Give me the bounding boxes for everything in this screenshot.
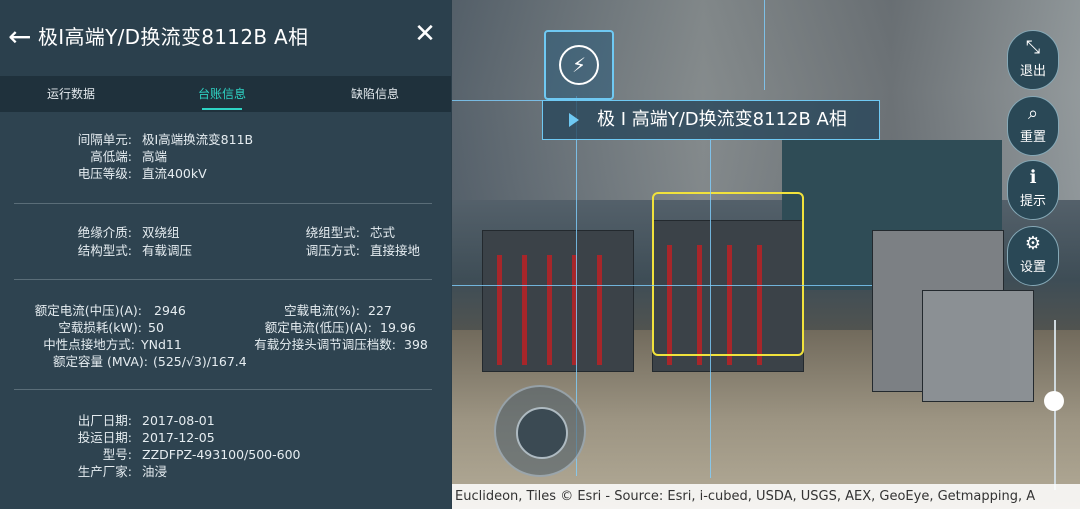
page-title: 极I高端Y/D换流变8112B A相	[38, 25, 309, 49]
field-label: 调压方式:	[305, 243, 360, 258]
device-tag-label: 极 I 高端Y/D换流变8112B A相	[597, 109, 847, 130]
field-value: 2017-08-01	[142, 413, 215, 428]
hint-button-label: 提示	[1019, 194, 1046, 209]
selection-highlight	[652, 192, 804, 356]
panel-header: ← 极I高端Y/D换流变8112B A相 ✕	[0, 0, 451, 76]
guide-line	[452, 100, 542, 101]
cooler-unit	[922, 290, 1034, 402]
field-value: 极I高端换流变811B	[142, 132, 254, 147]
gear-icon: ⚙	[1024, 233, 1042, 254]
exit-button-label: 退出	[1019, 64, 1046, 79]
reset-button[interactable]: ⌕ 重置	[1007, 96, 1059, 156]
exit-fullscreen-icon: ⤡	[1025, 37, 1041, 58]
field-label: 中性点接地方式:	[43, 337, 135, 352]
back-arrow-icon[interactable]: ←	[8, 20, 36, 54]
field-value: 有载调压	[142, 243, 193, 258]
field-label: 型号:	[102, 447, 132, 462]
zoom-reset-icon: ⌕	[1027, 103, 1039, 124]
play-triangle-icon	[569, 113, 579, 127]
field-label: 出厂日期:	[77, 413, 132, 428]
field-value: YNd11	[141, 337, 182, 352]
settings-button[interactable]: ⚙ 设置	[1007, 226, 1059, 286]
field-value: 直接接地	[370, 243, 421, 258]
hint-button[interactable]: ℹ 提示	[1007, 160, 1059, 220]
active-tab-indicator	[202, 108, 242, 110]
field-label: 空载电流(%):	[284, 303, 360, 318]
device-tag[interactable]: 极 I 高端Y/D换流变8112B A相	[542, 100, 880, 140]
joystick-knob[interactable]	[516, 407, 568, 459]
field-value: 2946	[154, 303, 186, 318]
tab-bar: 运行数据 台账信息 缺陷信息	[0, 76, 451, 112]
field-label: 高低端:	[90, 149, 132, 164]
field-label: 生产厂家:	[77, 464, 132, 479]
radiator-pipe	[522, 255, 527, 365]
guide-line	[452, 285, 872, 286]
radiator-rack	[482, 230, 634, 372]
map-attribution: Euclideon, Tiles © Esri - Source: Esri, …	[452, 484, 1080, 509]
field-label: 绕组型式:	[305, 225, 360, 240]
close-icon[interactable]: ✕	[410, 18, 440, 50]
field-value: 油浸	[142, 464, 168, 479]
field-value: (525/√3)/167.4	[153, 354, 247, 369]
radiator-pipe	[497, 255, 502, 365]
field-label: 额定电流(中压)(A):	[34, 303, 142, 318]
tab-defect-info[interactable]: 缺陷信息	[315, 76, 435, 112]
field-label: 投运日期:	[77, 430, 132, 445]
field-value: 227	[368, 303, 392, 318]
field-value: 398	[404, 337, 428, 352]
reset-button-label: 重置	[1019, 130, 1046, 145]
field-label: 额定容量 (MVA):	[52, 354, 148, 369]
field-label: 额定电流(低压)(A):	[264, 320, 372, 335]
zoom-slider-thumb[interactable]	[1044, 391, 1064, 411]
field-label: 间隔单元:	[77, 132, 132, 147]
field-label: 绝缘介质:	[77, 225, 132, 240]
field-value: 高端	[142, 149, 168, 164]
info-icon: ℹ	[1029, 167, 1037, 188]
field-value: 双绕组	[142, 225, 180, 240]
guide-line	[710, 138, 711, 478]
tab-ledger-info[interactable]: 台账信息	[162, 76, 282, 112]
lightning-icon: ⚡	[559, 45, 599, 85]
info-panel: ← 极I高端Y/D换流变8112B A相 ✕ 运行数据 台账信息 缺陷信息 间隔…	[0, 0, 451, 509]
tab-run-data[interactable]: 运行数据	[11, 76, 131, 112]
section-divider	[14, 279, 432, 280]
section-divider	[14, 389, 432, 390]
field-value: 50	[148, 320, 164, 335]
power-marker[interactable]: ⚡	[544, 30, 614, 100]
field-label: 电压等级:	[77, 166, 132, 181]
section-divider	[14, 203, 432, 204]
guide-line	[764, 0, 765, 90]
field-label: 结构型式:	[77, 243, 132, 258]
exit-button[interactable]: ⤡ 退出	[1007, 30, 1059, 90]
radiator-pipe	[547, 255, 552, 365]
field-value: 19.96	[380, 320, 416, 335]
field-label: 空载损耗(kW):	[58, 320, 142, 335]
field-value: 芯式	[370, 225, 396, 240]
3d-scene-view[interactable]: ⚡ 极 I 高端Y/D换流变8112B A相 ⤡ 退出 ⌕ 重置 ℹ 提示 ⚙ …	[452, 0, 1080, 509]
radiator-pipe	[597, 255, 602, 365]
field-value: ZZDFPZ-493100/500-600	[142, 447, 301, 462]
field-value: 2017-12-05	[142, 430, 215, 445]
navigation-joystick[interactable]	[494, 385, 586, 477]
field-label: 有载分接头调节调压档数:	[254, 337, 396, 352]
field-value: 直流400kV	[142, 166, 207, 181]
settings-button-label: 设置	[1019, 260, 1046, 275]
